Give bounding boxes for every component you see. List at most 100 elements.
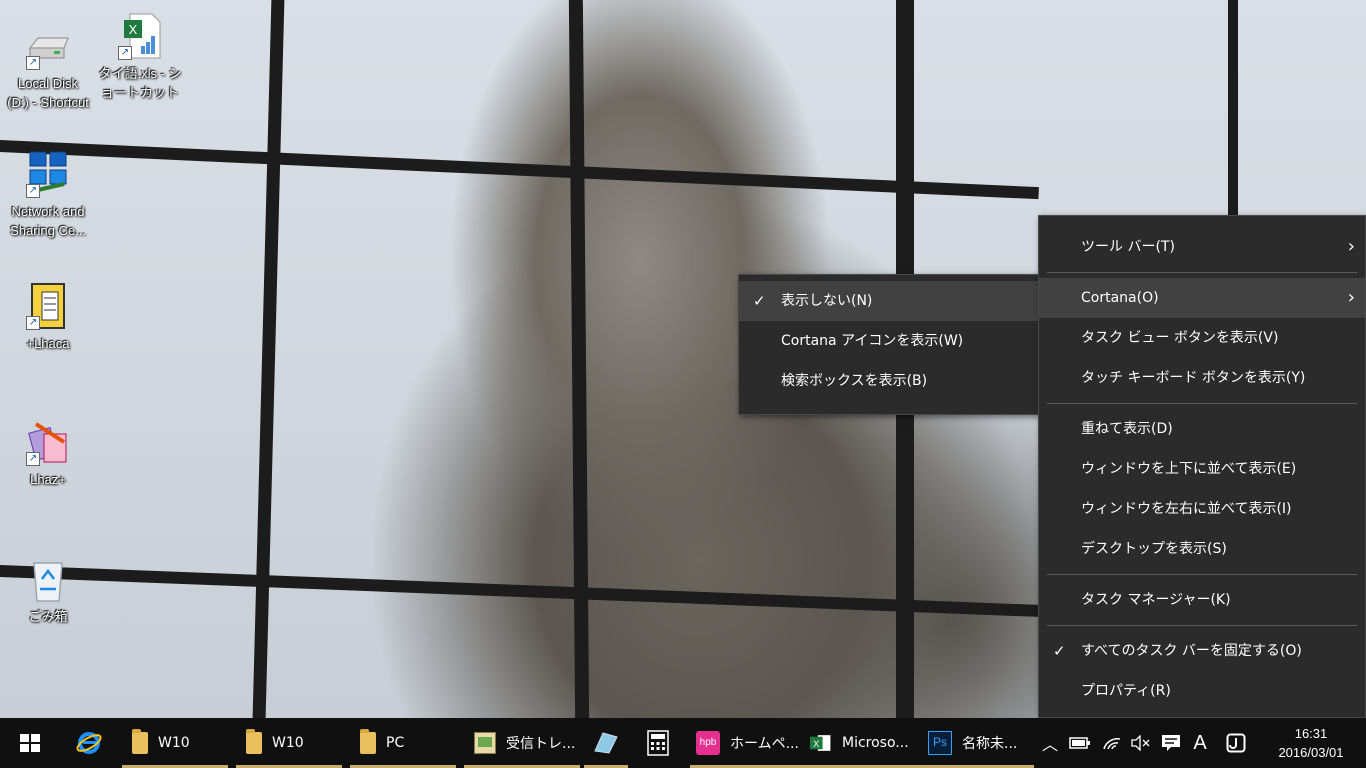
taskbar-context-menu: ツール バー(T) › Cortana(O) › タスク ビュー ボタンを表示(… [1038, 215, 1366, 718]
menu-item-label: タスク ビュー ボタンを表示(V) [1081, 330, 1279, 346]
clock-date: 2016/03/01 [1278, 745, 1344, 760]
shortcut-arrow-icon: ↗ [26, 56, 40, 70]
archive-app-icon: ↗ [24, 282, 72, 330]
clock[interactable]: 16:31 2016/03/01 [1266, 718, 1356, 768]
excel-icon: X [810, 735, 831, 751]
desktop-icon-local-disk[interactable]: ↗ Local Disk (D:) - Shortcut [0, 22, 96, 112]
folder-icon [132, 729, 148, 754]
menu-item-stack-windows[interactable]: ウィンドウを上下に並べて表示(E) [1039, 449, 1365, 489]
taskbar-app-mail[interactable]: 受信トレ... [464, 718, 580, 768]
hpb-icon: hpb [696, 731, 720, 755]
network-icon: ↗ [24, 150, 72, 198]
desktop-icon-recycle-bin[interactable]: ごみ箱 [0, 555, 96, 626]
taskbar-app-excel[interactable]: X Microso... [806, 718, 922, 768]
svg-text:X: X [129, 22, 138, 37]
taskbar-app-folder-pc[interactable]: PC [350, 718, 456, 768]
cortana-submenu: ✓ 表示しない(N) Cortana アイコンを表示(W) 検索ボックスを表示(… [738, 274, 1040, 415]
fence-bar [252, 0, 285, 718]
menu-item-touch-keyboard-button[interactable]: タッチ キーボード ボタンを表示(Y) [1039, 358, 1365, 398]
menu-item-lock-taskbars[interactable]: ✓ すべてのタスク バーを固定する(O) [1039, 631, 1365, 671]
icon-label: Sharing Ce... [10, 223, 86, 238]
menu-item-label: ツール バー(T) [1081, 239, 1175, 255]
network-tray-button[interactable] [1098, 718, 1126, 768]
desktop-icon-network-sharing[interactable]: ↗ Network and Sharing Ce... [0, 150, 96, 240]
taskbar: W10 W10 PC 受信トレ... hpb ホームペ... X Microso… [0, 718, 1366, 768]
desktop-icon-lhaca[interactable]: ↗ +Lhaca [0, 282, 96, 353]
start-button[interactable] [0, 718, 58, 768]
menu-item-show-cortana-icon[interactable]: Cortana アイコンを表示(W) [739, 321, 1039, 361]
taskbar-app-ie[interactable] [64, 718, 114, 768]
menu-item-show-search-box[interactable]: 検索ボックスを表示(B) [739, 361, 1039, 401]
menu-item-label: Cortana アイコンを表示(W) [781, 333, 964, 349]
taskbar-app-label: Microso... [842, 735, 909, 751]
action-center-button[interactable] [1156, 718, 1186, 768]
icon-label: +Lhaca [26, 336, 70, 351]
fence-bar [0, 140, 1039, 200]
wifi-icon [1103, 738, 1121, 750]
speaker-muted-icon [1131, 735, 1150, 751]
menu-item-cortana[interactable]: Cortana(O) › [1039, 278, 1365, 318]
menu-item-task-manager[interactable]: タスク マネージャー(K) [1039, 580, 1365, 620]
svg-text:X: X [813, 738, 820, 749]
taskbar-app-homepage-builder[interactable]: hpb ホームペ... [690, 718, 806, 768]
ime-mode-button[interactable]: A [1186, 718, 1214, 768]
taskbar-app-blue[interactable] [584, 718, 628, 768]
taskbar-app-folder-w10[interactable]: W10 [122, 718, 228, 768]
menu-separator [1047, 403, 1357, 404]
taskbar-app-label: PC [386, 735, 405, 751]
ime-pad-button[interactable] [1222, 718, 1250, 768]
menu-separator [1047, 272, 1357, 273]
checkmark-icon: ✓ [1053, 642, 1066, 660]
shortcut-arrow-icon: ↗ [26, 452, 40, 466]
menu-item-label: ウィンドウを左右に並べて表示(I) [1081, 501, 1292, 517]
ime-pad-icon [1226, 733, 1246, 753]
menu-item-hide-cortana[interactable]: ✓ 表示しない(N) [739, 281, 1039, 321]
clock-time: 16:31 [1294, 726, 1328, 741]
chevron-right-icon: › [1347, 287, 1355, 308]
menu-item-properties[interactable]: プロパティ(R) [1039, 671, 1365, 711]
app-icon [594, 732, 618, 754]
menu-separator [1047, 574, 1357, 575]
volume-tray-button[interactable] [1126, 718, 1154, 768]
fence-bar [568, 0, 590, 718]
menu-item-label: デスクトップを表示(S) [1081, 541, 1227, 557]
drive-icon: ↗ [24, 22, 72, 70]
menu-separator [1047, 625, 1357, 626]
taskbar-app-label: W10 [272, 735, 304, 751]
menu-item-show-desktop[interactable]: デスクトップを表示(S) [1039, 529, 1365, 569]
menu-item-label: ウィンドウを上下に並べて表示(E) [1081, 461, 1297, 477]
menu-item-cascade-windows[interactable]: 重ねて表示(D) [1039, 409, 1365, 449]
taskbar-app-label: ホームペ... [730, 736, 799, 752]
menu-item-task-view-button[interactable]: タスク ビュー ボタンを表示(V) [1039, 318, 1365, 358]
menu-item-label: タスク マネージャー(K) [1081, 592, 1231, 608]
taskbar-app-calculator[interactable] [636, 718, 680, 768]
photoshop-icon: Ps [928, 731, 952, 755]
icon-label: ョートカット [100, 85, 179, 100]
menu-item-label: 検索ボックスを表示(B) [781, 373, 928, 389]
chevron-up-icon: ︿ [1041, 735, 1058, 754]
show-hidden-icons-button[interactable]: ︿ [1038, 718, 1062, 768]
chevron-right-icon: › [1347, 236, 1355, 257]
menu-item-toolbars[interactable]: ツール バー(T) › [1039, 227, 1365, 267]
desktop-icon-thai-xls[interactable]: X ↗ タイ語.xls - シ ョートカット [92, 12, 188, 102]
ime-indicator: A [1193, 731, 1207, 754]
recycle-bin-icon [24, 555, 72, 603]
taskbar-app-photoshop[interactable]: Ps 名称未... [922, 718, 1034, 768]
internet-explorer-icon [76, 732, 102, 754]
icon-label: (D:) - Shortcut [7, 95, 89, 110]
notification-icon [1162, 735, 1180, 751]
battery-tray-button[interactable] [1066, 718, 1094, 768]
icon-label: ごみ箱 [28, 609, 68, 624]
menu-item-label: プロパティ(R) [1081, 683, 1171, 699]
taskbar-app-label: 名称未... [962, 736, 1018, 752]
taskbar-app-folder-w10-2[interactable]: W10 [236, 718, 342, 768]
menu-item-side-by-side[interactable]: ウィンドウを左右に並べて表示(I) [1039, 489, 1365, 529]
fence-bar [1228, 0, 1238, 230]
checkmark-icon: ✓ [753, 292, 766, 310]
icon-label: Lhaz+ [30, 472, 66, 487]
windows-logo-icon [20, 734, 40, 752]
menu-item-label: 表示しない(N) [781, 293, 873, 309]
menu-item-label: 重ねて表示(D) [1081, 421, 1173, 437]
desktop-icon-lhaz[interactable]: ↗ Lhaz+ [0, 418, 96, 489]
shortcut-arrow-icon: ↗ [118, 46, 132, 60]
